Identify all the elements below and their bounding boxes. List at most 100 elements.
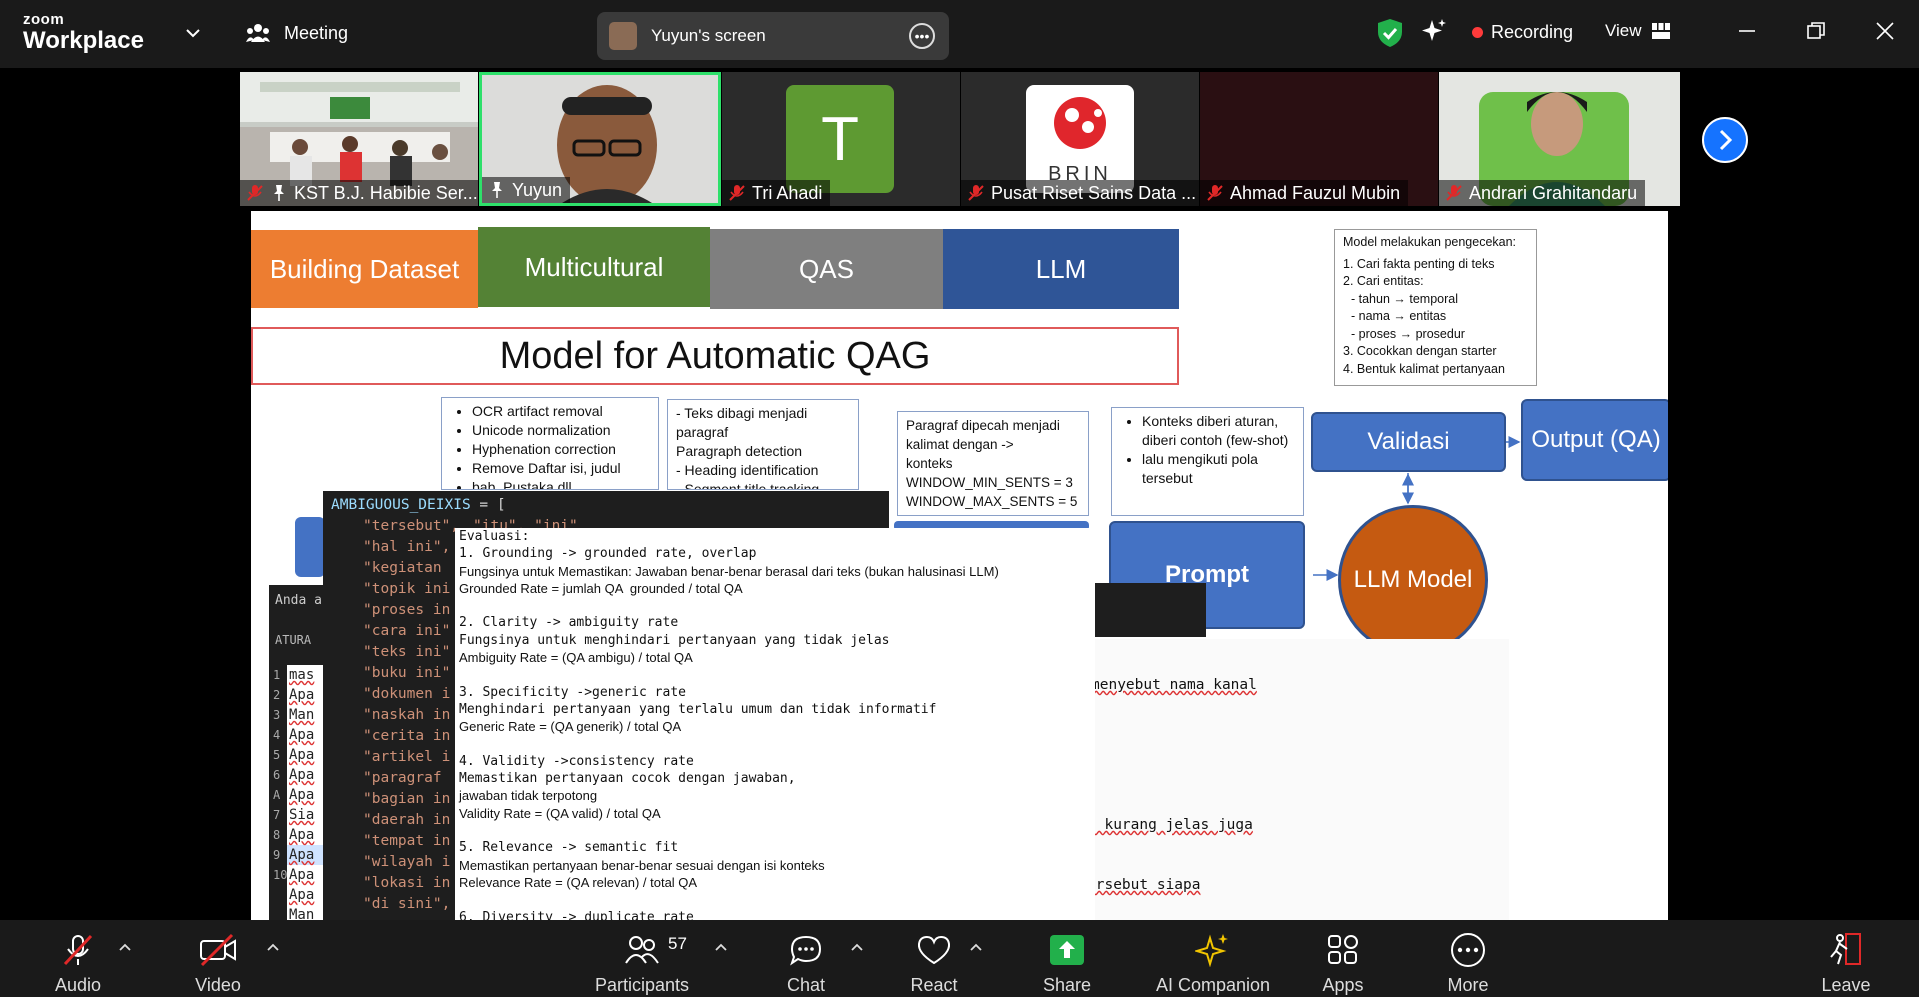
share-button[interactable]: Share — [1037, 920, 1097, 997]
brin-logo: BRIN — [1026, 85, 1134, 193]
participants-button[interactable]: Participants — [585, 920, 699, 997]
react-caret-icon[interactable] — [970, 942, 982, 952]
participant-name: Pusat Riset Sains Data ... — [991, 182, 1197, 203]
participant-tile[interactable]: KST B.J. Habibie Ser... — [240, 72, 478, 206]
eval-line: 1. Grounding -> grounded rate, overlap — [459, 546, 757, 562]
eval-line: 4. Validity ->consistency rate — [459, 753, 694, 769]
participant-name-bar: Yuyun — [482, 177, 571, 203]
eval-line — [459, 597, 1095, 614]
participant-tile[interactable]: T Tri Ahadi — [722, 72, 960, 206]
participant-tile[interactable]: Andrari Grahitandaru — [1439, 72, 1680, 206]
more-options-icon[interactable]: ••• — [909, 23, 935, 49]
share-screen-icon — [1050, 935, 1084, 965]
mic-muted-icon — [1207, 185, 1223, 201]
video-button[interactable]: Video — [178, 920, 258, 997]
eval-line — [459, 736, 1095, 753]
code-line: "tempat in — [363, 833, 451, 849]
editor-cell[interactable]: Apa — [287, 825, 323, 845]
side-editor-label: Anda a — [275, 593, 322, 608]
code-line: "tersebut", — [363, 518, 460, 534]
recording-dot-icon — [1472, 27, 1483, 38]
ai-companion-button[interactable]: AI Companion — [1148, 920, 1278, 997]
doc-fragment-text: ' kurang jelas juga — [1087, 817, 1253, 833]
side-editor-rule: ATURA — [275, 633, 312, 647]
view-button[interactable]: View — [1605, 21, 1670, 41]
presenter-avatar — [609, 22, 637, 50]
next-page-button[interactable] — [1702, 117, 1748, 163]
mic-muted-icon — [968, 185, 984, 201]
close-icon[interactable] — [1874, 20, 1896, 42]
mic-muted-icon — [247, 185, 263, 201]
eval-line: Ambiguity Rate = (QA ambigu) / total QA — [459, 650, 693, 666]
participant-tile-active-speaker[interactable]: Yuyun — [479, 72, 721, 206]
react-label: React — [910, 975, 958, 995]
react-button[interactable]: React — [904, 920, 964, 997]
meeting-menu[interactable]: Meeting — [246, 22, 348, 44]
participant-avatar: T — [786, 85, 894, 193]
editor-cell[interactable]: Apa — [287, 785, 323, 805]
code-line: "artikel i — [363, 749, 451, 765]
eval-line: Fungsinya untuk Memastikan: Jawaban bena… — [459, 563, 999, 579]
participant-tile[interactable]: BRIN Pusat Riset Sains Data ... — [961, 72, 1199, 206]
evaluasi-note: Evaluasi: 1. Grounding -> grounded rate,… — [455, 528, 1095, 920]
editor-cell[interactable]: Man — [287, 905, 323, 920]
gutter-number: 8 — [273, 828, 281, 842]
editor-cell[interactable]: Apa — [287, 865, 323, 885]
code-line: "paragraf — [363, 770, 442, 786]
editor-cell[interactable]: Man — [287, 705, 323, 725]
code-operator: = [ — [470, 497, 506, 513]
editor-cell[interactable]: mas — [287, 665, 323, 685]
eval-line: Evaluasi: — [459, 529, 530, 544]
participant-name-bar: KST B.J. Habibie Ser... — [240, 180, 478, 206]
heart-icon — [917, 935, 951, 965]
brin-mark-icon — [1054, 97, 1106, 149]
video-options-caret-icon[interactable] — [267, 942, 279, 952]
chat-button[interactable]: Chat — [776, 920, 836, 997]
apps-button[interactable]: Apps — [1313, 920, 1373, 997]
security-shield-icon[interactable] — [1377, 18, 1403, 48]
participants-label: Participants — [594, 975, 690, 995]
mic-muted-icon — [729, 185, 745, 201]
eval-line — [459, 666, 1095, 683]
participant-tile[interactable]: Ahmad Fauzul Mubin — [1200, 72, 1438, 206]
leave-button[interactable]: Leave — [1816, 920, 1876, 997]
eval-line: Menghindari pertanyaan yang terlalu umum… — [459, 701, 937, 717]
doc-fragment: ' kurang jelas juga — [1087, 817, 1253, 833]
eval-line — [459, 891, 1095, 908]
minimize-icon[interactable] — [1736, 20, 1758, 42]
code-line: "dokumen i — [363, 686, 451, 702]
recording-indicator[interactable]: Recording — [1472, 22, 1573, 43]
audio-button[interactable]: Audio — [40, 920, 116, 997]
restore-icon[interactable] — [1805, 20, 1827, 42]
gutter-number: 3 — [273, 708, 281, 722]
screen-share-pill[interactable]: Yuyun's screen ••• — [597, 12, 949, 60]
video-label: Video — [195, 975, 241, 995]
editor-cell[interactable]: Apa — [287, 745, 323, 765]
audio-options-caret-icon[interactable] — [119, 942, 131, 952]
eval-line: 2. Clarity -> ambiguity rate — [459, 615, 679, 631]
chevron-down-icon[interactable] — [184, 24, 202, 42]
eval-line: Relevance Rate = (QA relevan) / total QA — [459, 874, 698, 890]
editor-cell[interactable]: Sia — [287, 805, 323, 825]
doc-fragment: menyebut nama kanal — [1091, 677, 1257, 693]
participant-name-bar: Pusat Riset Sains Data ... — [961, 180, 1199, 206]
participant-name: Andrari Grahitandaru — [1469, 182, 1638, 203]
editor-cell[interactable]: Apa — [287, 765, 323, 785]
editor-cell[interactable]: Apa — [287, 885, 323, 905]
ai-sparkle-icon[interactable] — [1420, 18, 1448, 46]
participant-name-bar: Tri Ahadi — [722, 180, 831, 206]
brand-small: zoom — [23, 11, 65, 28]
chevron-right-icon — [1719, 129, 1733, 151]
editor-cell[interactable]: Apa — [287, 725, 323, 745]
participants-caret-icon[interactable] — [715, 942, 727, 952]
audio-label: Audio — [54, 975, 102, 995]
editor-cell[interactable]: Apa — [287, 845, 323, 865]
mic-muted-icon — [1446, 185, 1462, 201]
eval-line: Memastikan pertanyaan cocok dengan jawab… — [459, 771, 796, 787]
participant-name: Ahmad Fauzul Mubin — [1230, 182, 1401, 203]
chat-caret-icon[interactable] — [851, 942, 863, 952]
screen-share-label: Yuyun's screen — [651, 26, 766, 45]
more-button[interactable]: More — [1438, 920, 1498, 997]
eval-line: jawaban tidak terpotong — [459, 788, 598, 804]
editor-cell[interactable]: Apa — [287, 685, 323, 705]
